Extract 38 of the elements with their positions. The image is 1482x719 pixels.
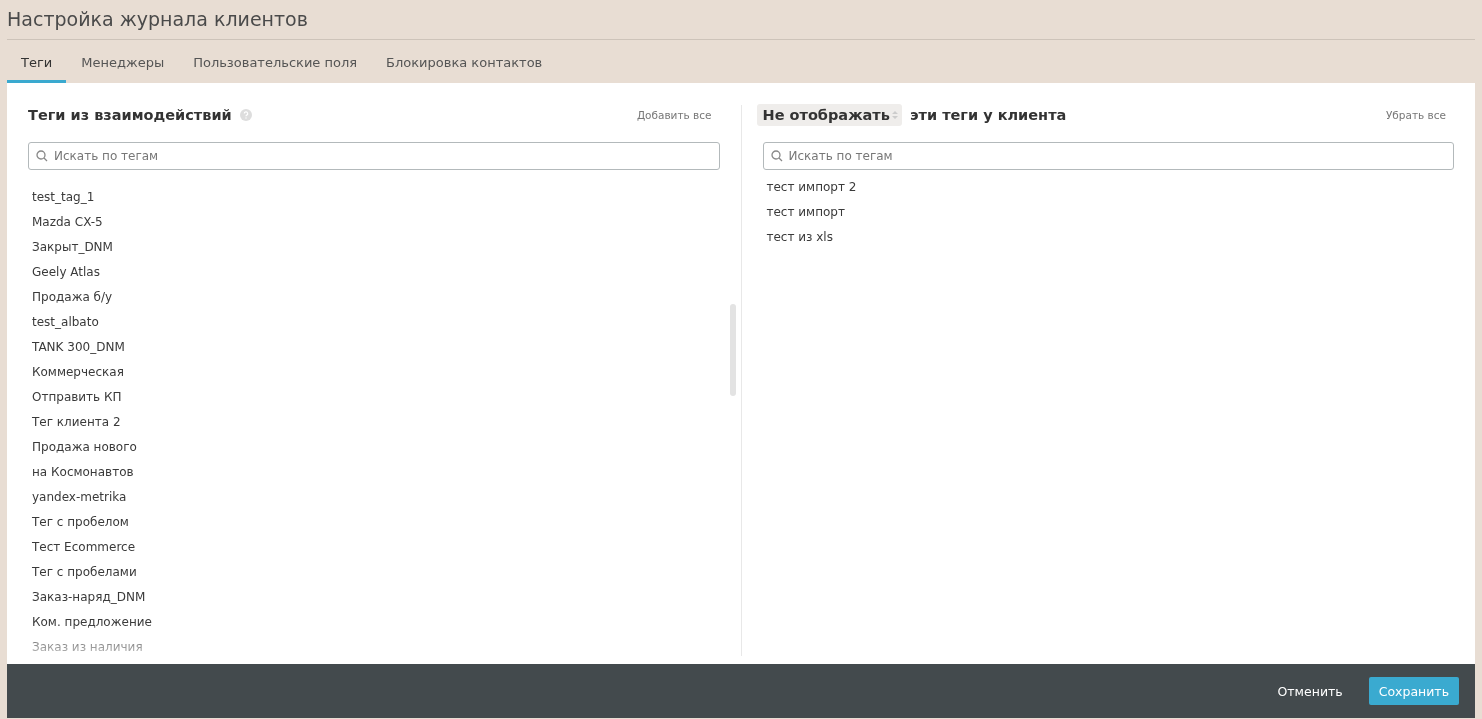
page-title: Настройка журнала клиентов — [7, 7, 309, 32]
tag-item[interactable]: Продажа б/у — [28, 285, 720, 310]
panel-title: эти теги у клиента — [909, 107, 1067, 123]
tag-item[interactable]: Тег с пробелом — [28, 510, 720, 535]
tag-item[interactable]: тест из xls — [762, 225, 1454, 250]
tab[interactable]: Пользовательские поля — [179, 40, 372, 83]
tag-item[interactable]: Тест Ecommerce — [28, 535, 720, 560]
cancel-button[interactable]: Отменить — [1267, 677, 1353, 705]
tab[interactable]: Менеджеры — [67, 40, 179, 83]
mode-dropdown[interactable]: Не отображать — [756, 104, 902, 126]
tag-item[interactable]: Отправить КП — [28, 385, 720, 410]
tag-item[interactable]: Продажа нового — [28, 435, 720, 460]
tag-item[interactable]: TANK 300_DNM — [28, 335, 720, 360]
scrollbar-thumb[interactable] — [729, 304, 736, 396]
panel-title: Теги из взаимодействий — [28, 107, 232, 123]
tag-item[interactable]: Коммерческая — [28, 360, 720, 385]
tag-item[interactable]: yandex-metrika — [28, 485, 720, 510]
tag-item[interactable]: тест импорт — [762, 200, 1454, 225]
tag-item[interactable]: Geely Atlas — [28, 260, 720, 285]
tag-item[interactable]: Ком. предложение — [28, 610, 720, 635]
tag-item[interactable]: на Космонавтов — [28, 460, 720, 485]
tag-item[interactable]: Заказ-наряд_DNM — [28, 585, 720, 610]
tag-item[interactable]: Mazda CX-5 — [28, 210, 720, 235]
search-field[interactable]: Искать по тегам — [28, 142, 720, 170]
search-icon — [770, 150, 783, 162]
tag-item[interactable]: test_albato — [28, 310, 720, 335]
tag-item[interactable]: Тег клиента 2 — [28, 410, 720, 435]
search-icon — [36, 150, 48, 162]
add-all-link[interactable]: Добавить все — [636, 109, 720, 121]
remove-all-link[interactable]: Убрать все — [1385, 109, 1454, 121]
search-field[interactable]: Искать по тегам — [762, 142, 1454, 170]
tag-item[interactable]: test_tag_1 — [28, 185, 720, 210]
tag-item[interactable]: тест импорт 2 — [762, 175, 1454, 200]
tag-item[interactable]: Закрыт_DNM — [28, 235, 720, 260]
tab[interactable]: Блокировка контактов — [372, 40, 557, 83]
up-down-arrows-icon — [891, 110, 898, 120]
tag-item[interactable]: Тег с пробелами — [28, 560, 720, 585]
help-icon[interactable] — [239, 109, 252, 121]
